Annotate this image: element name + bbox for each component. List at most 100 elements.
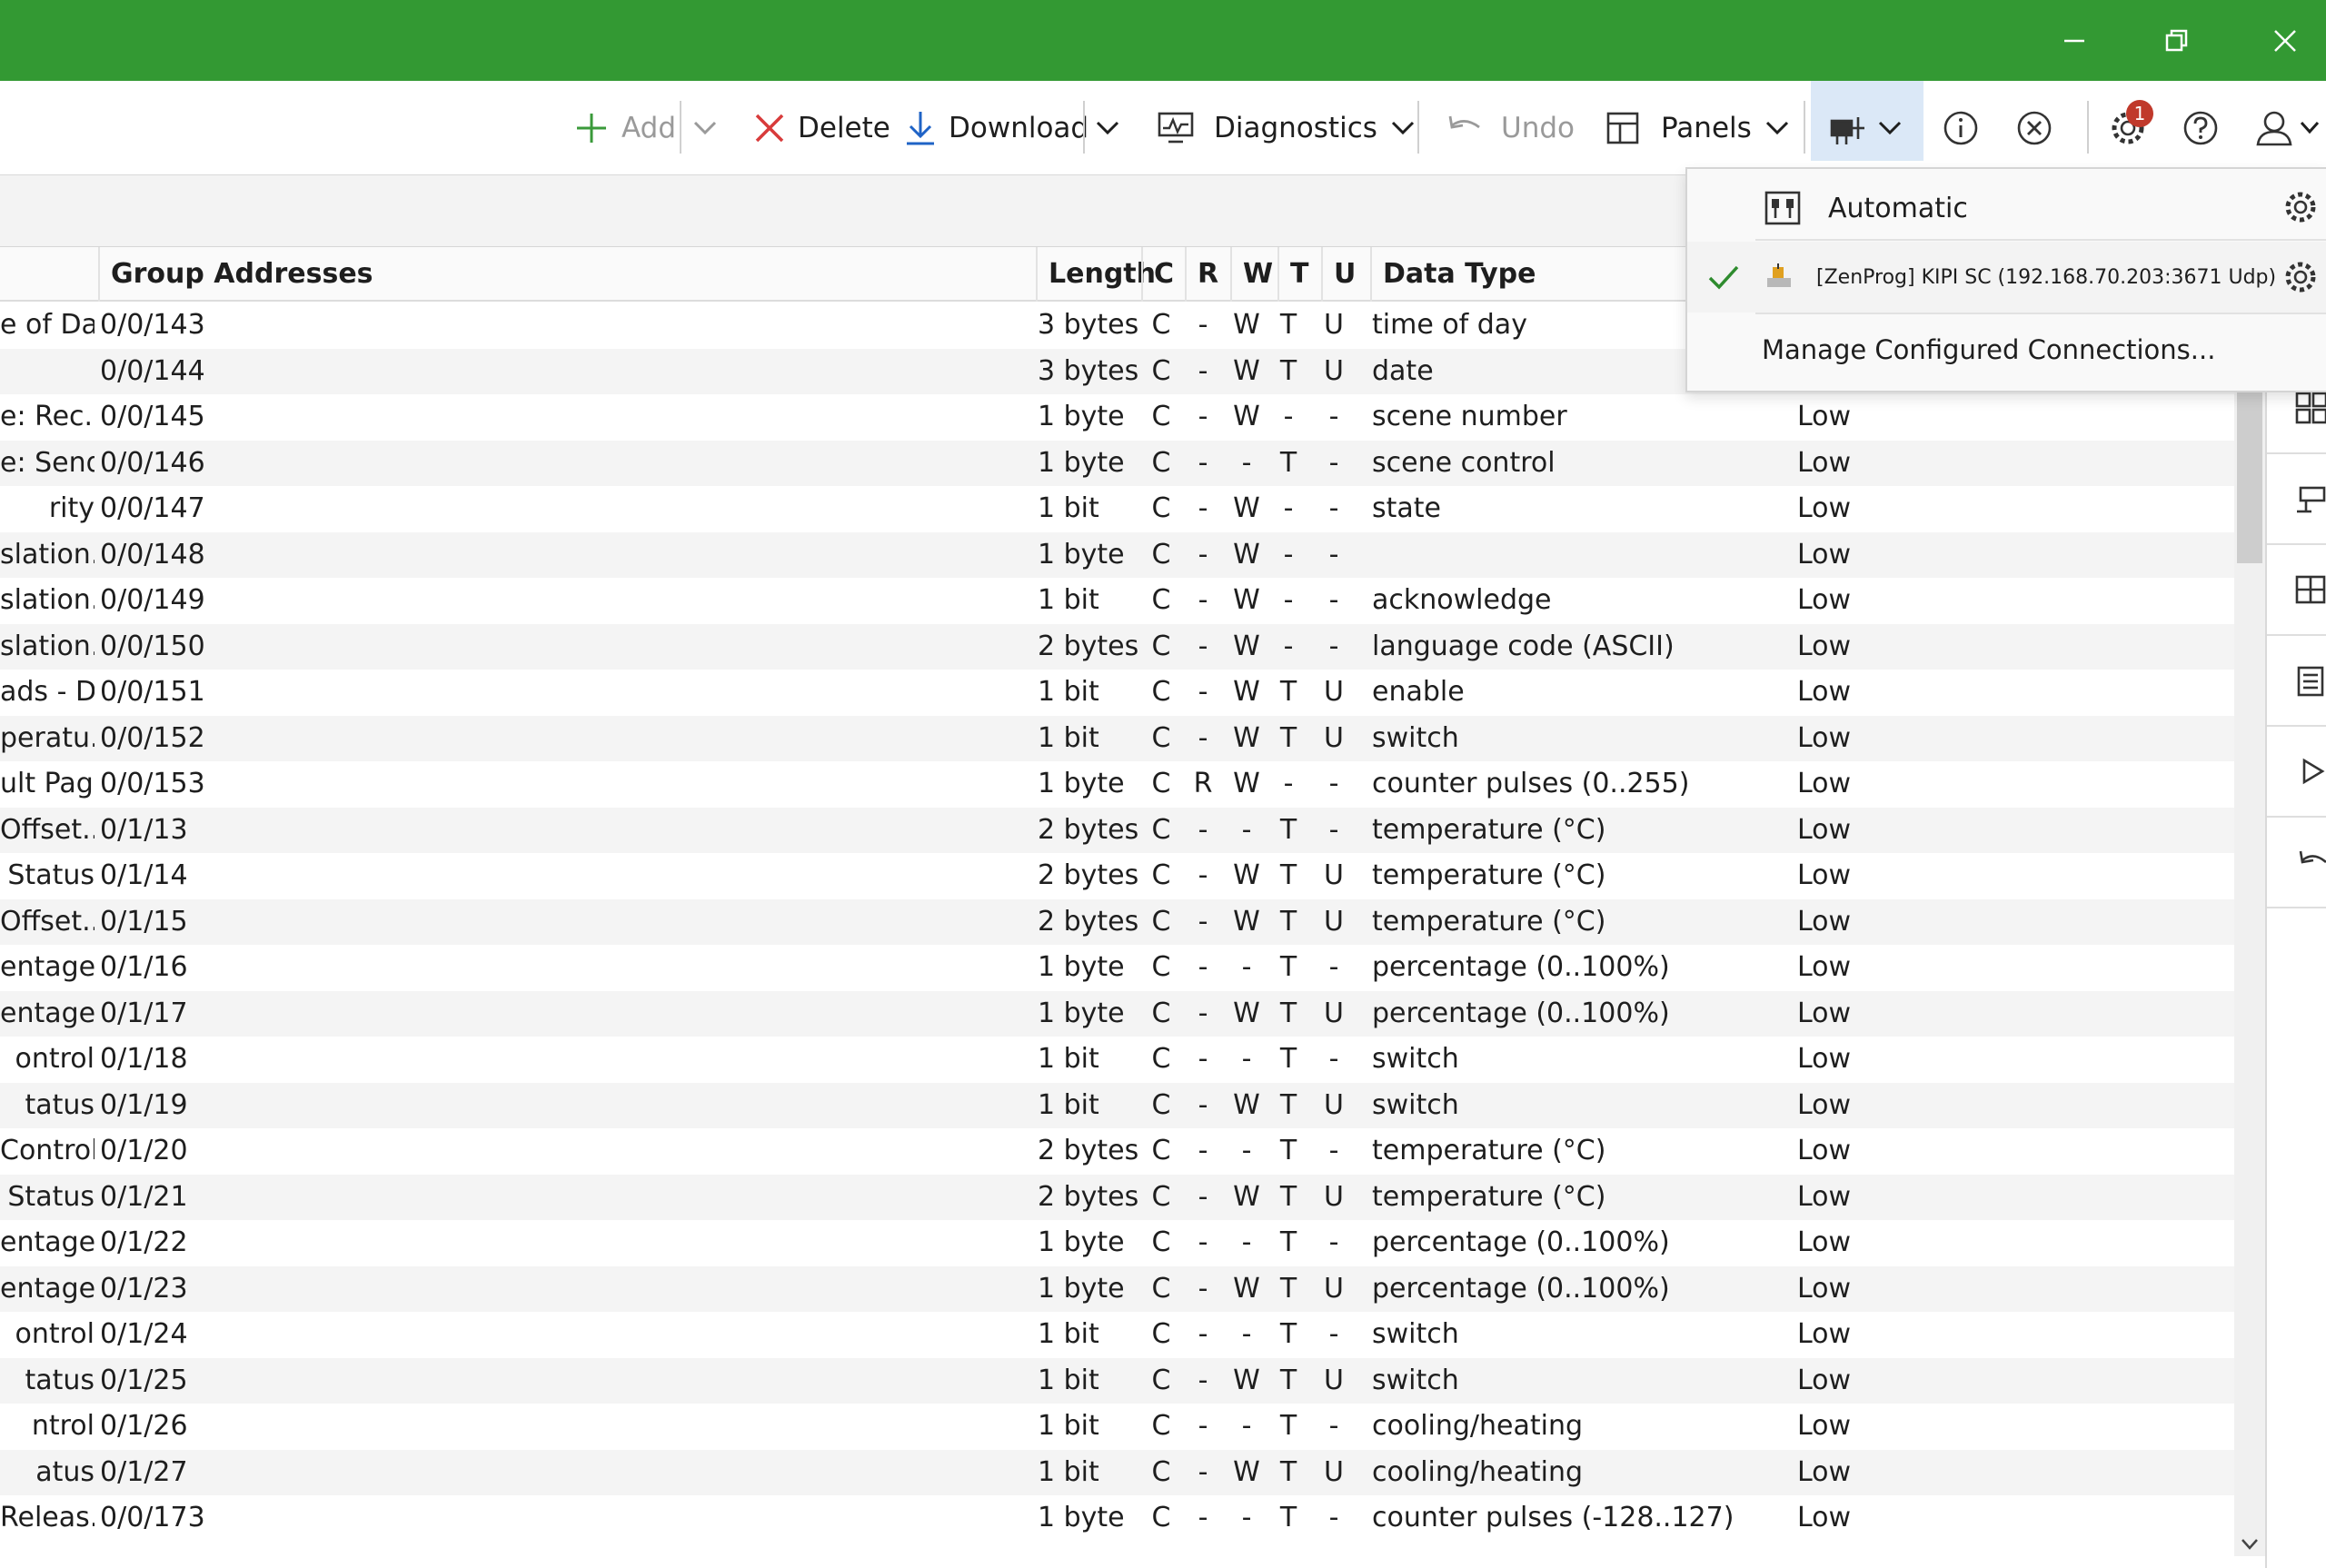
close-window-button[interactable] bbox=[2251, 0, 2319, 81]
table-row[interactable]: entage...0/1/161 byteC--T-percentage (0.… bbox=[0, 945, 2235, 991]
table-row[interactable]: slation...0/0/1481 byteC-W--Low bbox=[0, 531, 2235, 578]
column-w[interactable]: W bbox=[1230, 247, 1277, 302]
flag-t-cell: T bbox=[1279, 721, 1297, 754]
object-name-cell: e of Day bbox=[0, 309, 94, 341]
side-panel-layout-button[interactable] bbox=[2267, 545, 2326, 636]
side-panel-undo-history-button[interactable] bbox=[2267, 818, 2326, 908]
cancel-operation-button[interactable] bbox=[2016, 81, 2053, 175]
add-button[interactable]: Add bbox=[574, 81, 676, 175]
table-row[interactable]: Control 0/1/20 2 bytes C - - T - temperature (°C… bbox=[0, 1128, 2235, 1175]
settings-button[interactable] bbox=[2110, 81, 2146, 175]
diagnostics-button[interactable]: Diagnostics bbox=[1158, 81, 1416, 175]
bus-connection-button[interactable] bbox=[1828, 81, 1903, 175]
group-address-cell: 0/1/22 bbox=[100, 1226, 188, 1258]
table-row[interactable]: Offset...0/1/15 2 bytes C-WTUtemperature (… bbox=[0, 898, 2235, 945]
panels-button[interactable]: Panels bbox=[1606, 81, 1790, 175]
table-row[interactable]: slation...0/0/1491 bitC-W--acknowledgeLo… bbox=[0, 578, 2235, 624]
flag-c-cell: C bbox=[1151, 1226, 1171, 1258]
toolbar-separator bbox=[2087, 101, 2089, 154]
table-row[interactable]: atus 0/1/27 1 bit C - W T Ucooling/heating Low bbox=[0, 1449, 2235, 1495]
priority-cell: Low bbox=[1797, 1043, 1852, 1075]
gear-icon[interactable] bbox=[2282, 259, 2319, 295]
scrollbar-thumb[interactable] bbox=[2237, 382, 2262, 563]
table-row[interactable]: ads - D...0/0/151 1 bit C-WTUenable Low bbox=[0, 670, 2235, 716]
table-row[interactable]: rity 0/0/147 1 bit C - W - - state Low bbox=[0, 486, 2235, 532]
flag-r-cell: - bbox=[1198, 951, 1208, 983]
flag-c-cell: C bbox=[1151, 630, 1171, 662]
table-row[interactable]: Releas...0/0/1731 byteC--T-counter pulse… bbox=[0, 1495, 2235, 1542]
restore-button[interactable] bbox=[2143, 0, 2211, 81]
length-cell: 2 bytes bbox=[1038, 813, 1139, 846]
side-panel-properties-button[interactable] bbox=[2267, 636, 2326, 727]
add-dropdown-button[interactable] bbox=[692, 81, 718, 175]
flag-u-cell: - bbox=[1328, 1318, 1339, 1350]
minimize-icon bbox=[2064, 39, 2084, 42]
table-row[interactable]: ontrol 0/1/24 1 bit C - - T - switch Low bbox=[0, 1312, 2235, 1358]
table-row[interactable]: Status 0/1/21 2 bytes C - W T Utemperature (°C)… bbox=[0, 1174, 2235, 1220]
checkmark-icon bbox=[1708, 265, 1739, 290]
help-button[interactable] bbox=[2182, 81, 2219, 175]
manage-connections-item[interactable]: Manage Configured Connections... bbox=[1687, 320, 2326, 380]
table-row[interactable]: slation...0/0/1502 bytesC-W--language co… bbox=[0, 623, 2235, 670]
table-row[interactable]: peratu...0/0/152 1 bit C-WTUswitch Low bbox=[0, 715, 2235, 761]
table-row[interactable]: tatus 0/1/25 1 bit C - W T Uswitch Low bbox=[0, 1357, 2235, 1404]
data-type-cell: switch bbox=[1372, 721, 1459, 754]
table-row[interactable]: Offset...0/1/132 bytesC--T-temperature (… bbox=[0, 807, 2235, 853]
flag-c-cell: C bbox=[1151, 401, 1171, 432]
delete-button[interactable]: Delete bbox=[754, 81, 890, 175]
download-button[interactable]: Download bbox=[905, 81, 1088, 175]
download-dropdown-button[interactable] bbox=[1095, 81, 1120, 175]
flag-r-cell: - bbox=[1198, 492, 1208, 524]
notification-badge: 1 bbox=[2126, 100, 2153, 127]
minimize-button[interactable] bbox=[2041, 0, 2108, 81]
column-length[interactable]: Length bbox=[1036, 247, 1156, 302]
priority-cell: Low bbox=[1797, 1088, 1852, 1121]
group-address-cell: 0/0/153 bbox=[100, 768, 205, 799]
table-row[interactable]: e: Send 0/0/146 1 byte C - - T - scene control Lo… bbox=[0, 440, 2235, 486]
column-c[interactable]: C bbox=[1141, 247, 1185, 302]
object-name-cell: ontrol bbox=[15, 1043, 95, 1075]
side-panel-run-button[interactable] bbox=[2267, 727, 2326, 818]
flag-u-cell: - bbox=[1328, 584, 1339, 616]
column-group-addresses[interactable]: Group Addresses bbox=[98, 247, 1036, 302]
data-type-cell: temperature (°C) bbox=[1372, 859, 1606, 891]
gear-icon[interactable] bbox=[2282, 189, 2319, 225]
toolbar-separator bbox=[1083, 101, 1085, 154]
ip-interface-icon bbox=[1767, 263, 1791, 287]
flag-u-cell: U bbox=[1324, 1364, 1344, 1396]
account-button[interactable] bbox=[2255, 81, 2321, 175]
info-button[interactable] bbox=[1943, 81, 1979, 175]
connection-automatic[interactable]: Automatic bbox=[1687, 176, 2326, 240]
table-row[interactable]: Status 0/1/14 2 bytes C - W T Utemperature (°C)… bbox=[0, 853, 2235, 899]
table-row[interactable]: entage...0/1/221 byteC--T-percentage (0.… bbox=[0, 1220, 2235, 1266]
table-row[interactable]: ontrol 0/1/18 1 bit C - - T - switch Low bbox=[0, 1037, 2235, 1083]
object-name-cell: peratu... bbox=[0, 721, 94, 754]
column-r[interactable]: R bbox=[1185, 247, 1230, 302]
flag-c-cell: C bbox=[1151, 538, 1171, 571]
table-row[interactable]: e: Rec...0/0/1451 byteC-W--scene numberL… bbox=[0, 394, 2235, 441]
flag-c-cell: C bbox=[1151, 584, 1171, 616]
side-panel-bus-monitor-button[interactable] bbox=[2267, 454, 2326, 545]
flag-c-cell: C bbox=[1151, 1088, 1171, 1121]
column-u[interactable]: U bbox=[1321, 247, 1370, 302]
flag-c-cell: C bbox=[1151, 354, 1171, 387]
undo-button[interactable]: Undo bbox=[1446, 81, 1575, 175]
object-name-cell: entage... bbox=[0, 951, 94, 983]
length-cell: 2 bytes bbox=[1038, 859, 1139, 891]
table-row[interactable]: entage...0/1/17 1 byte C-WTUpercentage (0.… bbox=[0, 990, 2235, 1037]
length-cell: 2 bytes bbox=[1038, 905, 1139, 938]
flag-t-cell: - bbox=[1283, 401, 1294, 432]
scroll-down-button[interactable] bbox=[2237, 1532, 2262, 1557]
data-type-cell: temperature (°C) bbox=[1372, 1180, 1606, 1213]
table-row[interactable]: entage...0/1/23 1 byte C-WTUpercentage (0.… bbox=[0, 1265, 2235, 1312]
length-cell: 1 bit bbox=[1038, 1088, 1099, 1121]
column-t[interactable]: T bbox=[1277, 247, 1321, 302]
table-row[interactable]: ult Page0/0/1531 byteCRW--counter pulses… bbox=[0, 761, 2235, 808]
table-row[interactable]: tatus 0/1/19 1 bit C - W T Uswitch Low bbox=[0, 1082, 2235, 1128]
object-name-cell: entage... bbox=[0, 1272, 94, 1305]
data-type-cell: switch bbox=[1372, 1088, 1459, 1121]
flag-w-cell: - bbox=[1241, 1410, 1252, 1442]
flag-c-cell: C bbox=[1151, 1455, 1171, 1488]
table-row[interactable]: ntrol 0/1/26 1 bit C - - T - cooling/heating Low bbox=[0, 1404, 2235, 1450]
connection-kipi-sc[interactable]: [ZenProg] KIPI SC (192.168.70.203:3671 U… bbox=[1687, 242, 2326, 313]
